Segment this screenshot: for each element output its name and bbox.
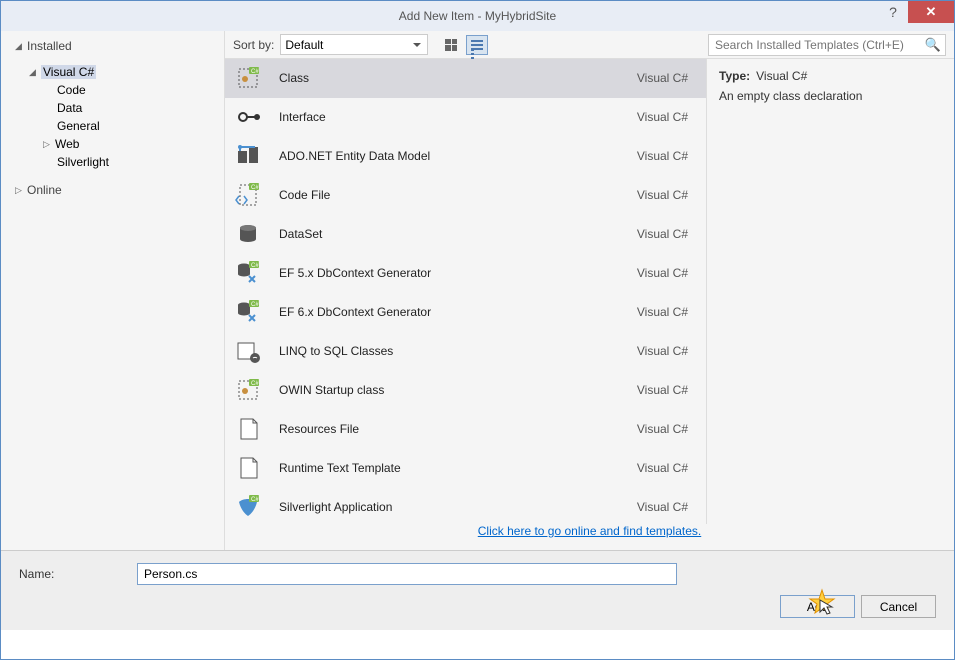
template-lang: Visual C# [637, 461, 688, 475]
bottom-bar: Name: Add Cancel [1, 550, 954, 630]
template-toolbar: Sort by: Default 🔍 [225, 31, 954, 59]
name-label: Name: [19, 567, 137, 581]
template-lang: Visual C# [637, 383, 688, 397]
template-icon [235, 182, 261, 208]
chevron-right-icon: ▷ [43, 139, 53, 150]
template-name: Resources File [279, 422, 637, 436]
template-icon [235, 338, 261, 364]
detail-type: Type:Visual C# [719, 69, 942, 83]
template-name: Code File [279, 188, 637, 202]
online-link[interactable]: Click here to go online and find templat… [478, 524, 701, 538]
tree-item-code[interactable]: Code [1, 81, 224, 99]
tree-item-data[interactable]: Data [1, 99, 224, 117]
chevron-right-icon: ▷ [15, 185, 25, 196]
grid-icon [445, 39, 457, 51]
template-lang: Visual C# [637, 422, 688, 436]
tree-item-online[interactable]: ▷Online [1, 181, 224, 199]
template-name: EF 5.x DbContext Generator [279, 266, 637, 280]
template-item[interactable]: ADO.NET Entity Data ModelVisual C# [225, 137, 706, 176]
template-item[interactable]: OWIN Startup classVisual C# [225, 371, 706, 410]
tree-item-silverlight[interactable]: Silverlight [1, 153, 224, 171]
template-icon [235, 260, 261, 286]
template-item[interactable]: Resources FileVisual C# [225, 410, 706, 449]
template-item[interactable]: Silverlight ApplicationVisual C# [225, 488, 706, 524]
template-icon [235, 65, 261, 91]
template-name: LINQ to SQL Classes [279, 344, 637, 358]
grid-view-button[interactable] [440, 35, 462, 55]
template-name: Class [279, 71, 637, 85]
template-item[interactable]: LINQ to SQL ClassesVisual C# [225, 332, 706, 371]
search-input[interactable] [709, 38, 921, 52]
template-lang: Visual C# [637, 227, 688, 241]
online-link-row: Click here to go online and find templat… [225, 524, 954, 550]
list-view-button[interactable] [466, 35, 488, 55]
help-button[interactable]: ? [878, 1, 908, 23]
template-icon [235, 221, 261, 247]
template-name: OWIN Startup class [279, 383, 637, 397]
template-item[interactable]: EF 5.x DbContext GeneratorVisual C# [225, 254, 706, 293]
tree-item-web[interactable]: ▷Web [1, 135, 224, 153]
tree-item-installed[interactable]: ◢Installed [1, 37, 224, 55]
template-item[interactable]: Runtime Text TemplateVisual C# [225, 449, 706, 488]
sort-dropdown[interactable]: Default [280, 34, 428, 55]
detail-pane: Type:Visual C# An empty class declaratio… [706, 59, 954, 524]
template-icon [235, 455, 261, 481]
template-item[interactable]: EF 6.x DbContext GeneratorVisual C# [225, 293, 706, 332]
template-lang: Visual C# [637, 71, 688, 85]
template-name: Interface [279, 110, 637, 124]
center-pane: Sort by: Default 🔍 ClassVisual C#Interfa… [225, 31, 954, 550]
template-lang: Visual C# [637, 149, 688, 163]
template-list[interactable]: ClassVisual C#InterfaceVisual C#ADO.NET … [225, 59, 706, 524]
category-tree: ◢Installed ◢Visual C# Code Data General … [1, 31, 225, 550]
template-icon [235, 377, 261, 403]
template-lang: Visual C# [637, 188, 688, 202]
cancel-button[interactable]: Cancel [861, 595, 936, 618]
chevron-down-icon: ◢ [29, 67, 39, 78]
chevron-down-icon: ◢ [15, 41, 25, 52]
template-lang: Visual C# [637, 266, 688, 280]
template-name: Silverlight Application [279, 500, 637, 514]
template-name: DataSet [279, 227, 637, 241]
close-button[interactable]: ✕ [908, 1, 954, 23]
window-buttons: ? ✕ [878, 1, 954, 23]
template-icon [235, 299, 261, 325]
template-lang: Visual C# [637, 344, 688, 358]
template-name: ADO.NET Entity Data Model [279, 149, 637, 163]
template-item[interactable]: Code FileVisual C# [225, 176, 706, 215]
template-lang: Visual C# [637, 305, 688, 319]
template-icon [235, 104, 261, 130]
list-icon [471, 40, 483, 50]
dialog-buttons: Add Cancel [780, 595, 936, 618]
template-name: Runtime Text Template [279, 461, 637, 475]
template-name: EF 6.x DbContext Generator [279, 305, 637, 319]
search-box[interactable]: 🔍 [708, 34, 946, 56]
view-buttons [440, 35, 488, 55]
template-item[interactable]: DataSetVisual C# [225, 215, 706, 254]
name-row: Name: [19, 563, 936, 585]
template-icon [235, 143, 261, 169]
window-title: Add New Item - MyHybridSite [1, 9, 954, 23]
main-area: ◢Installed ◢Visual C# Code Data General … [1, 31, 954, 550]
titlebar: Add New Item - MyHybridSite ? ✕ [1, 1, 954, 31]
template-lang: Visual C# [637, 110, 688, 124]
cursor-icon [808, 588, 838, 618]
template-area: ClassVisual C#InterfaceVisual C#ADO.NET … [225, 59, 954, 524]
template-item[interactable]: InterfaceVisual C# [225, 98, 706, 137]
sort-label: Sort by: [233, 38, 274, 52]
search-icon[interactable]: 🔍 [921, 37, 945, 53]
tree-item-general[interactable]: General [1, 117, 224, 135]
template-lang: Visual C# [637, 500, 688, 514]
template-icon [235, 494, 261, 520]
template-item[interactable]: ClassVisual C# [225, 59, 706, 98]
tree-item-csharp[interactable]: ◢Visual C# [1, 63, 224, 81]
name-input[interactable] [137, 563, 677, 585]
template-icon [235, 416, 261, 442]
detail-desc: An empty class declaration [719, 89, 942, 103]
